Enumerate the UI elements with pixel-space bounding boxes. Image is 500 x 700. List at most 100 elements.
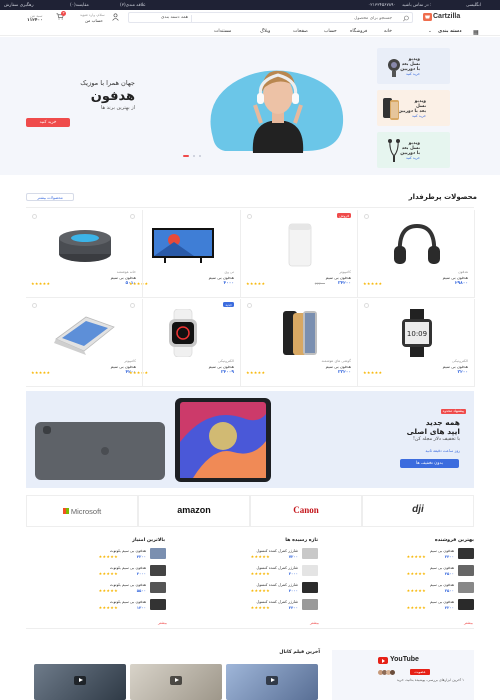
list-item[interactable]: هدفون بی سیم ۲۵۰۰ ★★★★★ xyxy=(344,582,474,596)
search-input[interactable] xyxy=(197,14,392,22)
side-card-link[interactable]: خرید کنید xyxy=(398,114,426,119)
product-category[interactable]: تی وی xyxy=(224,270,234,274)
subscribe-button[interactable]: عضویت xyxy=(410,669,430,675)
video-thumb-2[interactable] xyxy=(130,664,222,700)
wishlist-icon[interactable] xyxy=(32,214,37,219)
list-item-thumb[interactable] xyxy=(302,565,318,576)
brand-dji[interactable]: dji xyxy=(362,495,474,527)
order-tracking-link[interactable]: رهگیری سفارش xyxy=(4,3,34,8)
list-item-name[interactable]: شارژر کنترل کننده کنسول xyxy=(256,582,298,587)
search-icon[interactable] xyxy=(402,15,410,22)
wishlist-link[interactable]: علاقه مندی(۳) xyxy=(120,3,146,8)
wishlist-icon[interactable] xyxy=(247,303,252,308)
new-arrivals-more-link[interactable]: بیشتر xyxy=(310,620,319,625)
list-item-name[interactable]: هدفون بی سیم بلوتوث xyxy=(110,582,146,587)
product-image[interactable] xyxy=(261,309,339,357)
list-item-name[interactable]: هدفون بی سیم xyxy=(430,582,454,587)
list-item-thumb[interactable] xyxy=(150,548,166,559)
phone-number[interactable]: ۰۲۱۳۳۴۵۶۷۸۹۰ xyxy=(368,3,396,8)
nav-item-pages[interactable]: صفحات xyxy=(293,29,308,34)
product-card[interactable]: 10:09 الکترونیکی هدفون بی سیم ۳۲۰۰ ★★★★★ xyxy=(358,299,475,387)
cart-total[interactable]: ۱۱۲۴۰۰ xyxy=(27,18,43,23)
list-item-thumb[interactable] xyxy=(150,565,166,576)
product-name[interactable]: هدفون بی سیم xyxy=(443,364,468,369)
list-item[interactable]: شارژر کنترل کننده کنسول ۲۴۰۰ ★★★★★ xyxy=(188,599,318,613)
list-item-name[interactable]: هدفون بی سیم xyxy=(430,599,454,604)
nav-item-docs[interactable]: مستندات xyxy=(214,29,231,34)
product-image[interactable] xyxy=(144,220,222,268)
list-item-name[interactable]: هدفون بی سیم بلوتوث xyxy=(110,565,146,570)
wishlist-icon[interactable] xyxy=(364,214,369,219)
product-image[interactable] xyxy=(261,220,339,268)
wishlist-icon[interactable] xyxy=(247,214,252,219)
compare-link[interactable]: مقایسه(۰) xyxy=(70,3,89,8)
user-icon[interactable] xyxy=(112,13,119,21)
list-item-thumb[interactable] xyxy=(302,599,318,610)
product-name[interactable]: هدفون بی سیم xyxy=(443,275,468,280)
nav-item-shop[interactable]: فروشگاه xyxy=(350,29,367,34)
side-card-link[interactable]: خرید کنید xyxy=(400,156,420,161)
nav-menu-categories[interactable]: دسته بندی xyxy=(438,29,462,34)
list-item[interactable]: شارژر کنترل کننده کنسول ۴۰۰۰ ★★★★★ xyxy=(188,582,318,596)
product-name[interactable]: هدفون بی سیم xyxy=(326,275,351,280)
product-image[interactable] xyxy=(378,220,456,268)
side-card-1[interactable]: ویدیو نسل بعد با دوربین خرید کنید xyxy=(377,48,450,84)
brand-amazon[interactable]: amazon xyxy=(138,495,250,527)
list-item[interactable]: هدفون بی سیم بلوتوث ۳۰۰۰ ★★★★★ xyxy=(36,565,166,579)
video-thumb-1[interactable] xyxy=(226,664,318,700)
slider-dots[interactable] xyxy=(183,155,205,158)
video-thumb-3[interactable] xyxy=(34,664,126,700)
product-category[interactable]: گوشی های هوشمند xyxy=(322,359,351,363)
logo[interactable]: Cartzilla xyxy=(433,13,460,20)
list-item[interactable]: هدفون بی سیم بلوتوث ۱۳۰۰ ★★★★★ xyxy=(36,599,166,613)
logo-icon[interactable] xyxy=(423,13,432,21)
list-item-name[interactable]: هدفون بی سیم xyxy=(430,565,454,570)
top-rated-more-link[interactable]: بیشتر xyxy=(158,620,167,625)
youtube-logo[interactable]: YouTube xyxy=(378,656,424,665)
product-category[interactable]: الکترونیکی xyxy=(218,359,234,363)
list-item[interactable]: هدفون بی سیم بلوتوث ۴۲۰۰ ★★★★★ xyxy=(36,548,166,562)
list-item-name[interactable]: هدفون بی سیم بلوتوث xyxy=(110,599,146,604)
wishlist-icon[interactable] xyxy=(32,303,37,308)
more-products-button[interactable]: محصولات بیشتر xyxy=(26,193,74,201)
list-item-thumb[interactable] xyxy=(458,582,474,593)
wishlist-icon[interactable] xyxy=(364,303,369,308)
product-image[interactable] xyxy=(46,309,124,357)
product-name[interactable]: هدفون بی سیم xyxy=(111,364,136,369)
list-item[interactable]: شارژر کنترل کننده کنسول ۲۰۰۰ ★★★★★ xyxy=(188,565,318,579)
list-item[interactable]: شارژر کنترل کننده کنسول ۷۲۰۰ ★★★★★ xyxy=(188,548,318,562)
product-name[interactable]: هدفون بی سیم xyxy=(209,364,234,369)
list-item-thumb[interactable] xyxy=(458,548,474,559)
list-item-name[interactable]: هدفون بی سیم xyxy=(430,548,454,553)
list-item[interactable]: هدفون بی سیم ۳۲۰۰ ★★★★★ xyxy=(344,599,474,613)
product-name[interactable]: هدفون بی سیم xyxy=(111,275,136,280)
list-item-name[interactable]: شارژر کنترل کننده کنسول xyxy=(256,548,298,553)
category-select[interactable]: همه دسته بندی xyxy=(132,15,192,22)
product-card[interactable]: فروش کامپیوتر هدفون بی سیم ۳۴۲۰۰ ۴۴۴۰۰ ★★★★★ xyxy=(241,210,358,298)
list-item[interactable]: هدفون بی سیم ۳۵۰۰ ★★★★★ xyxy=(344,565,474,579)
brand-microsoft[interactable]: Microsoft xyxy=(26,495,138,527)
list-item-thumb[interactable] xyxy=(458,565,474,576)
list-item-thumb[interactable] xyxy=(458,599,474,610)
list-item-thumb[interactable] xyxy=(150,582,166,593)
list-item-thumb[interactable] xyxy=(302,548,318,559)
product-card[interactable]: خانه هوشمند هدفون بی سیم ۵۰۱۰ ★★★★★ xyxy=(26,210,143,298)
list-item-name[interactable]: شارژر کنترل کننده کنسول xyxy=(256,599,298,604)
product-image[interactable]: 10:09 xyxy=(378,309,456,357)
list-item-name[interactable]: هدفون بی سیم بلوتوث xyxy=(110,548,146,553)
best-sellers-more-link[interactable]: بیشتر xyxy=(464,620,473,625)
nav-item-blog[interactable]: وبلاگ xyxy=(260,29,270,34)
brand-canon[interactable]: Canon xyxy=(250,495,362,527)
product-name[interactable]: هدفون بی سیم xyxy=(209,275,234,280)
product-category[interactable]: هدفون xyxy=(458,270,468,274)
account-label[interactable]: حساب من xyxy=(85,18,103,23)
grid-icon[interactable]: ▦ xyxy=(473,29,479,36)
list-item[interactable]: هدفون بی سیم ۲۴۰۰ ★★★★★ xyxy=(344,548,474,562)
nav-item-account[interactable]: حساب xyxy=(324,29,337,34)
side-card-3[interactable]: ویدیو نسل بعد با دوربین خرید کنید xyxy=(377,132,450,168)
product-card[interactable]: کامپیوتر هدفون بی سیم ۴۲۰۰ ★★★★★ xyxy=(26,299,143,387)
product-image[interactable] xyxy=(144,308,222,358)
hero-shop-button[interactable]: خرید کنید xyxy=(26,118,70,127)
list-item[interactable]: هدفون بی سیم بلوتوث ۵۵۰۰ ★★★★★ xyxy=(36,582,166,596)
product-category[interactable]: خانه هوشمند xyxy=(117,270,136,274)
